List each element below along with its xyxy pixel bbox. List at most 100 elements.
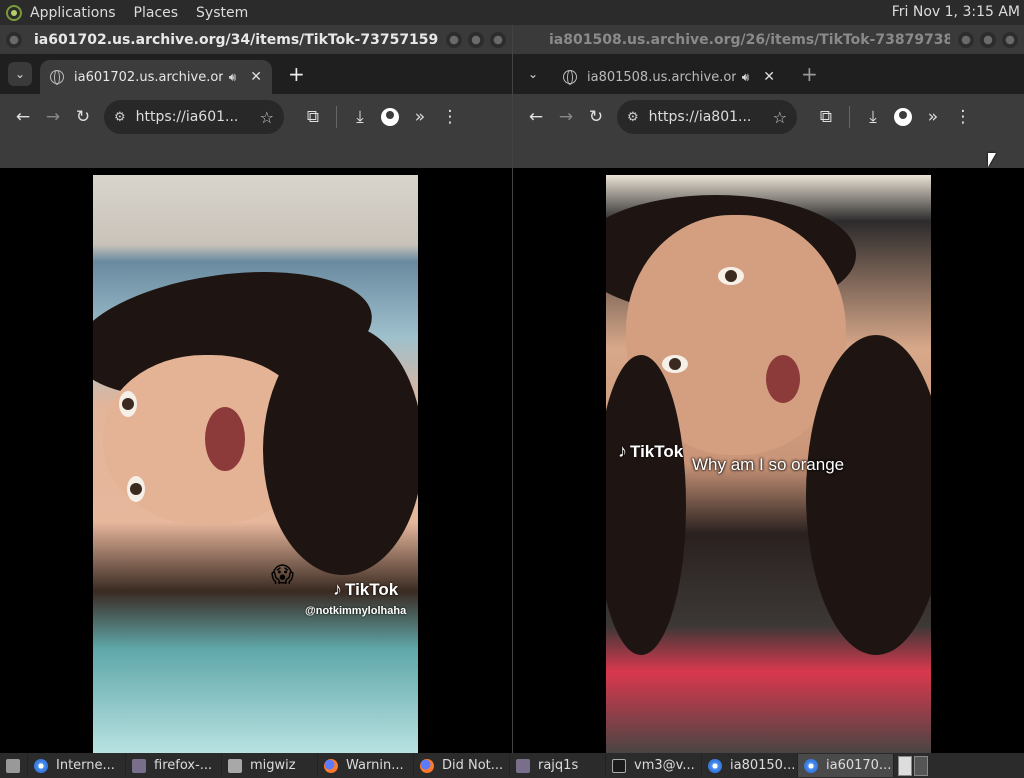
tab-close-icon[interactable]: ✕ — [250, 69, 262, 85]
tiktok-watermark: ♪ TikTok — [333, 579, 398, 600]
taskbar-item-label: Warnin... — [346, 758, 404, 773]
browser-tab[interactable]: ia801508.us.archive.org/ 🔊︎ ✕ — [553, 60, 785, 94]
maximize-icon[interactable] — [980, 31, 996, 48]
gnome-foot-icon[interactable] — [6, 4, 22, 21]
browser-window-right: ia801508.us.archive.org/26/items/TikTok-… — [512, 25, 1024, 753]
eye-shape — [718, 267, 744, 285]
taskbar-item-label: migwiz — [250, 758, 296, 773]
taskbar-item[interactable]: vm3@v... — [606, 754, 702, 777]
chrome-icon — [804, 758, 818, 773]
kebab-menu-icon[interactable]: ⋮ — [948, 102, 978, 132]
forward-arrow-icon[interactable]: → — [38, 102, 68, 132]
reload-icon[interactable]: ↻ — [68, 102, 98, 132]
tiktok-handle: @notkimmylolhaha — [305, 605, 407, 617]
bookmark-star-icon[interactable]: ☆ — [260, 108, 274, 127]
taskbar-item[interactable]: migwiz — [222, 754, 318, 777]
speaker-icon[interactable]: 🔊︎ — [229, 70, 237, 85]
folder-icon — [228, 758, 242, 773]
terminal-icon — [612, 758, 626, 773]
taskbar-item-label: Interne... — [56, 758, 115, 773]
close-icon[interactable] — [490, 31, 506, 48]
top-panel: Applications Places System Fri Nov 1, 3:… — [0, 0, 1024, 25]
overflow-chevrons-icon[interactable]: » — [405, 102, 435, 132]
workspace-2[interactable] — [914, 755, 928, 776]
image-icon — [132, 758, 146, 773]
hair-shape — [263, 325, 418, 575]
browser-toolbar: ← → ↻ ⚙︎ https://ia601... ☆ ⧉ ⤓ » ⋮ — [0, 94, 512, 140]
applications-menu[interactable]: Applications — [30, 5, 116, 21]
video-player[interactable]: 😱 ♪ TikTok @notkimmylolhaha — [93, 175, 418, 753]
maximize-icon[interactable] — [468, 31, 484, 48]
video-player[interactable]: ♪ TikTok Why am I so orange — [606, 175, 931, 753]
taskbar-item[interactable]: Warnin... — [318, 754, 414, 777]
url-text: https://ia601... — [135, 109, 239, 125]
window-titlebar[interactable]: ia801508.us.archive.org/26/items/TikTok-… — [513, 25, 1024, 54]
profile-icon[interactable] — [375, 102, 405, 132]
video-caption: Why am I so orange — [692, 455, 845, 474]
back-arrow-icon[interactable]: ← — [8, 102, 38, 132]
tab-label: ia601702.us.archive.org/3 — [74, 69, 223, 85]
info-strip — [0, 140, 512, 168]
tab-strip: ⌄ ia801508.us.archive.org/ 🔊︎ ✕ + — [513, 54, 1024, 94]
toolbar-separator — [336, 106, 337, 128]
eye-shape — [119, 391, 137, 417]
workspace-switcher[interactable] — [898, 755, 928, 776]
new-tab-plus-icon[interactable]: + — [801, 62, 818, 86]
bookmark-star-icon[interactable]: ☆ — [773, 108, 787, 127]
taskbar-item-label: ia80150... — [730, 758, 796, 773]
browser-window-left: ia601702.us.archive.org/34/items/TikTok-… — [0, 25, 512, 753]
address-bar[interactable]: ⚙︎ https://ia801... ☆ — [617, 100, 797, 134]
eye-shape — [662, 355, 688, 373]
tiktok-note-icon: ♪ — [333, 579, 342, 599]
tab-search-chevron-icon[interactable]: ⌄ — [521, 62, 545, 86]
firefox-icon — [420, 758, 434, 773]
desktop-icon — [6, 758, 20, 773]
address-bar[interactable]: ⚙︎ https://ia601... ☆ — [104, 100, 284, 134]
extensions-puzzle-icon[interactable]: ⧉ — [298, 102, 328, 132]
minimize-icon[interactable] — [446, 31, 462, 48]
new-tab-plus-icon[interactable]: + — [288, 62, 305, 86]
eye-shape — [127, 476, 145, 502]
download-icon[interactable]: ⤓ — [345, 102, 375, 132]
taskbar-item-label: Did Not... — [442, 758, 504, 773]
taskbar-item[interactable]: firefox-... — [126, 754, 222, 777]
show-desktop-button[interactable] — [0, 754, 28, 777]
overflow-chevrons-icon[interactable]: » — [918, 102, 948, 132]
taskbar-item[interactable]: ia60170... — [798, 754, 894, 777]
extensions-puzzle-icon[interactable]: ⧉ — [811, 102, 841, 132]
back-arrow-icon[interactable]: ← — [521, 102, 551, 132]
close-icon[interactable] — [1002, 31, 1018, 48]
chrome-icon — [34, 758, 48, 773]
tiktok-note-icon: ♪ — [618, 441, 627, 461]
tab-close-icon[interactable]: ✕ — [763, 69, 775, 85]
forward-arrow-icon[interactable]: → — [551, 102, 581, 132]
kebab-menu-icon[interactable]: ⋮ — [435, 102, 465, 132]
taskbar-item[interactable]: Interne... — [28, 754, 126, 777]
taskbar-item[interactable]: Did Not... — [414, 754, 510, 777]
places-menu[interactable]: Places — [134, 5, 179, 21]
reload-icon[interactable]: ↻ — [581, 102, 611, 132]
panel-clock[interactable]: Fri Nov 1, 3:15 AM — [892, 0, 1020, 25]
taskbar-item-label: vm3@v... — [634, 758, 695, 773]
chrome-icon — [708, 758, 722, 773]
system-menu[interactable]: System — [196, 5, 248, 21]
profile-icon[interactable] — [888, 102, 918, 132]
globe-icon — [563, 70, 577, 85]
tiktok-label: TikTok — [345, 579, 399, 599]
avatar — [894, 108, 912, 126]
taskbar-item[interactable]: rajq1s — [510, 754, 606, 777]
speaker-icon[interactable]: 🔊︎ — [742, 70, 750, 85]
minimize-icon[interactable] — [958, 31, 974, 48]
mouse-cursor-icon — [988, 153, 996, 167]
window-titlebar[interactable]: ia601702.us.archive.org/34/items/TikTok-… — [0, 25, 512, 54]
tab-search-chevron-icon[interactable]: ⌄ — [8, 62, 32, 86]
workspace-1[interactable] — [898, 755, 912, 776]
window-menu-icon[interactable] — [6, 31, 22, 48]
browser-tab[interactable]: ia601702.us.archive.org/3 🔊︎ ✕ — [40, 60, 272, 94]
bottom-taskbar: Interne... firefox-... migwiz Warnin... … — [0, 753, 1024, 778]
site-info-icon[interactable]: ⚙︎ — [627, 110, 639, 125]
taskbar-item[interactable]: ia80150... — [702, 754, 798, 777]
download-icon[interactable]: ⤓ — [858, 102, 888, 132]
url-text: https://ia801... — [648, 109, 752, 125]
site-info-icon[interactable]: ⚙︎ — [114, 110, 126, 125]
